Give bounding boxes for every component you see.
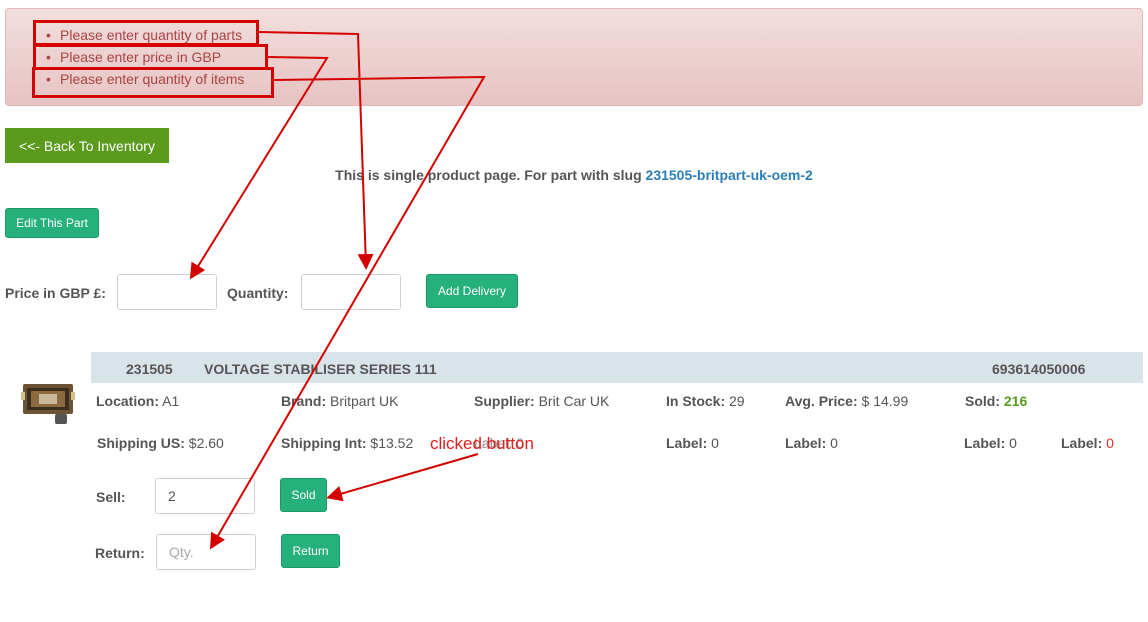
arrow-to-quantity-input — [258, 31, 374, 270]
arrow-to-sold-button — [326, 453, 479, 502]
annotation-arrows — [189, 31, 486, 550]
arrow-to-price-input — [189, 56, 329, 280]
arrow-to-return-input — [209, 75, 486, 550]
